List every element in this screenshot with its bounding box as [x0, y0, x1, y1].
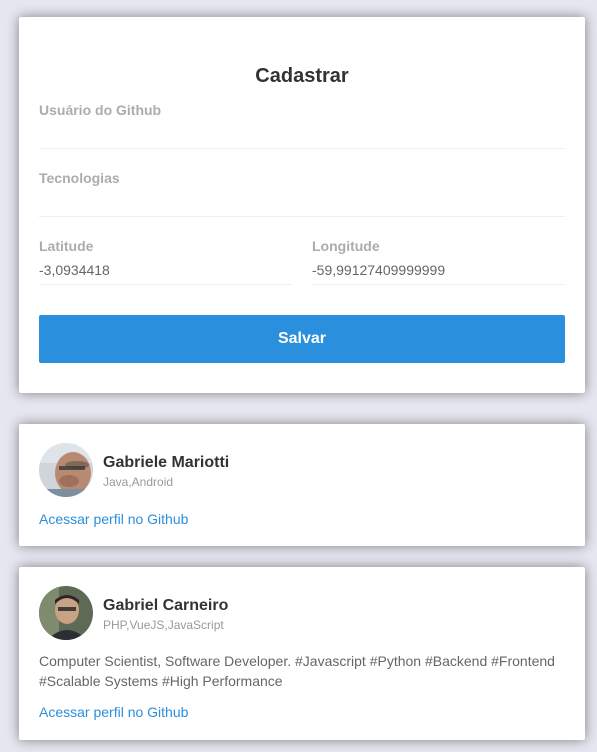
- dev-bio: Computer Scientist, Software Developer. …: [39, 653, 555, 689]
- techs-underline: [39, 216, 565, 217]
- latitude-input[interactable]: [39, 261, 292, 279]
- longitude-input[interactable]: [312, 261, 565, 279]
- latitude-underline: [39, 284, 292, 285]
- github-user-underline: [39, 148, 565, 149]
- techs-input[interactable]: [39, 193, 565, 211]
- dev-techs: PHP,VueJS,JavaScript: [103, 618, 224, 632]
- avatar-image: [39, 443, 93, 497]
- avatar: [39, 443, 93, 497]
- dev-card: Gabriele Mariotti Java,Android Acessar p…: [19, 424, 585, 546]
- techs-label: Tecnologias: [39, 170, 120, 186]
- dev-techs: Java,Android: [103, 475, 174, 489]
- form-title: Cadastrar: [255, 65, 349, 87]
- avatar-image: [39, 586, 93, 640]
- github-user-input[interactable]: [39, 125, 565, 143]
- github-profile-link[interactable]: Acessar perfil no Github: [39, 704, 188, 720]
- avatar: [39, 586, 93, 640]
- dev-card: Gabriel Carneiro PHP,VueJS,JavaScript Co…: [19, 567, 585, 740]
- save-button[interactable]: Salvar: [39, 315, 565, 363]
- register-form-card: Cadastrar Usuário do Github Tecnologias …: [19, 17, 585, 393]
- longitude-underline: [312, 284, 565, 285]
- dev-name: Gabriel Carneiro: [103, 597, 229, 614]
- dev-name: Gabriele Mariotti: [103, 454, 230, 471]
- github-user-label: Usuário do Github: [39, 102, 162, 118]
- github-profile-link[interactable]: Acessar perfil no Github: [39, 511, 188, 527]
- latitude-label: Latitude: [39, 238, 94, 254]
- longitude-label: Longitude: [312, 238, 380, 254]
